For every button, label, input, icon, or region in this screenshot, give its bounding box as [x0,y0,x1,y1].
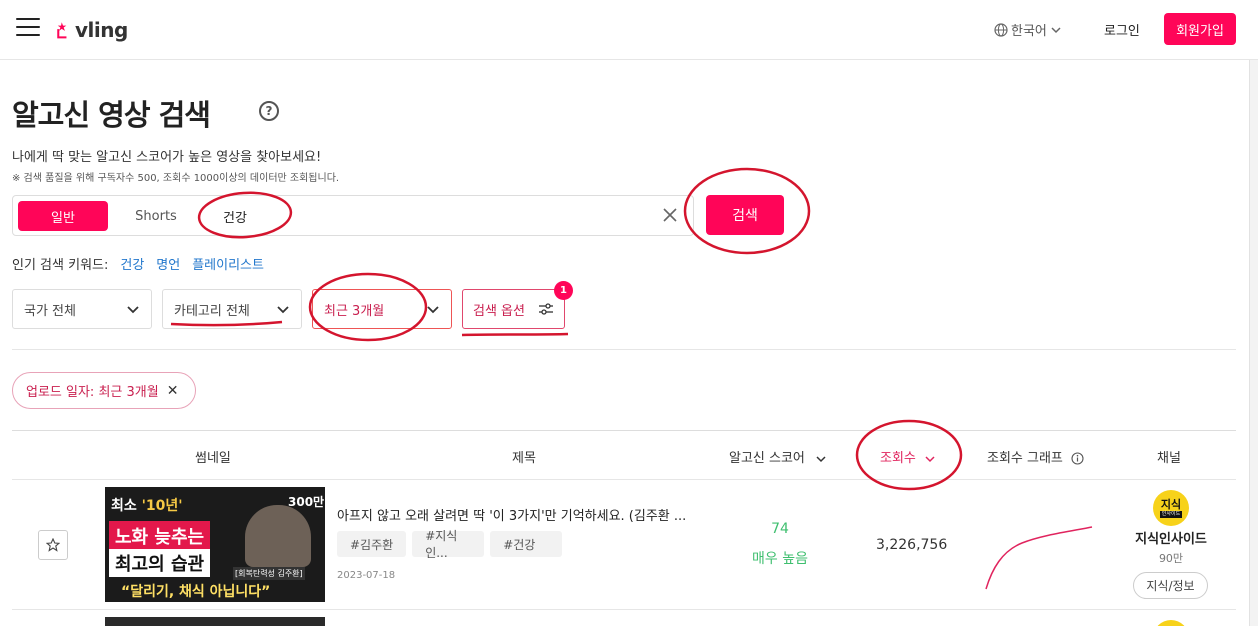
info-icon[interactable] [1071,452,1084,465]
thumbnail-person [245,505,311,567]
popular-keywords-label: 인기 검색 키워드: [12,258,109,273]
header-title: 제목 [512,451,536,466]
tag-chip[interactable]: #지식인... [412,529,485,560]
view-count: 3,226,756 [876,537,948,553]
algo-score: 74 [771,521,789,537]
signup-button[interactable]: 회원가입 [1164,13,1236,45]
page-title: 알고신 영상 검색 [12,98,211,132]
header-score-label: 알고신 스코어 [729,451,805,466]
country-value: 국가 전체 [24,303,76,319]
tag-chip[interactable]: #건강 [490,531,563,557]
channel-subscribers: 90만 [1158,552,1184,565]
category-value: 카테고리 전체 [174,303,250,319]
page-scrollbar[interactable] [1249,60,1258,626]
country-dropdown[interactable]: 국가 전체 [12,289,152,329]
active-filter-chip[interactable]: 업로드 일자: 최근 3개월 ✕ [12,372,196,409]
video-thumbnail[interactable]: 최소 '10년' 노화 늦추는 최고의 습관 “달리기, 채식 아닙니다” 30… [105,487,325,602]
logo-star-icon [57,22,67,39]
menu-icon[interactable] [16,18,40,38]
algo-score-label: 매우 높음 [752,551,808,567]
header-views[interactable]: 조회수 [880,447,936,466]
vling-logo[interactable]: vling [55,14,128,46]
table-row[interactable]: 최소 '10년' 노화 늦추는 최고의 습관 “달리기, 채식 아닙니다” 30… [12,481,1236,610]
login-link[interactable]: 로그인 [1104,20,1140,39]
options-count-badge: 1 [554,281,573,300]
keyword-link[interactable]: 플레이리스트 [192,254,264,273]
video-tags: #김주환 #지식인... #건강 [337,529,563,560]
thumbnail-caption: [회복탄력성 김주환] [233,567,305,580]
chevron-down-icon [816,455,826,462]
thumbnail-text: 최소 '10년' [111,498,183,514]
channel-logo-text: 지식 [1160,497,1182,511]
search-button[interactable]: 검색 [706,195,784,235]
thumbnail-text: 최고의 습관 [109,549,211,577]
search-options-button[interactable]: 검색 옵션 [462,289,565,329]
views-graph-line [985,526,1093,590]
close-icon[interactable]: ✕ [167,383,179,399]
page-subtitle: 나에게 딱 맞는 알고신 스코어가 높은 영상을 찾아보세요! [12,150,322,165]
chevron-down-icon [427,306,439,314]
data-quality-note: ※ 검색 품질을 위해 구독자수 500, 조회수 1000이상의 데이터만 조… [12,173,340,184]
header-views-label: 조회수 [880,451,916,466]
results-table-header: 썸네일 제목 알고신 스코어 조회수 조회수 그래프 채널 [12,430,1236,480]
logo-text: vling [75,18,128,42]
channel-logo-subtext: 인사이드 [1159,510,1183,518]
keyword-link[interactable]: 건강 [120,254,144,273]
clear-icon[interactable] [661,206,679,224]
search-input[interactable] [223,201,643,231]
keyword-link[interactable]: 명언 [156,254,180,273]
help-icon[interactable]: ? [259,101,279,121]
annotation-underline [461,332,569,337]
divider [12,349,1236,350]
thumbnail-text: “달리기, 채식 아닙니다” [121,584,271,600]
chevron-down-icon [277,306,289,314]
period-dropdown[interactable]: 최근 3개월 [312,289,452,329]
header-views-graph: 조회수 그래프 [987,447,1084,466]
video-thumbnail[interactable] [105,617,325,626]
language-label: 한국어 [1011,24,1047,39]
video-title[interactable]: 아프지 않고 오래 살려면 딱 '이 3가지'만 기억하세요. (김주환 ... [337,505,717,524]
tab-shorts[interactable]: Shorts [119,201,193,231]
header-views-graph-label: 조회수 그래프 [987,451,1063,466]
sliders-icon [538,303,553,315]
thumbnail-text: 노화 늦추는 [109,521,211,551]
top-navigation-bar: vling 한국어 로그인 회원가입 [0,0,1258,60]
channel-category-badge: 지식/정보 [1133,572,1208,599]
period-value: 최근 3개월 [324,303,385,319]
star-icon [46,538,60,552]
channel-logo[interactable] [1153,620,1189,626]
channel-name[interactable]: 지식인사이드 [1112,528,1230,547]
category-dropdown[interactable]: 카테고리 전체 [162,289,302,329]
header-channel: 채널 [1157,451,1181,466]
popular-keywords: 인기 검색 키워드: 건강 명언 플레이리스트 [12,254,264,273]
search-box: 일반 Shorts [12,195,694,236]
search-options-label: 검색 옵션 [473,303,525,319]
header-thumbnail: 썸네일 [195,451,231,466]
bookmark-button[interactable] [38,530,68,560]
channel-logo[interactable]: 지식 인사이드 [1153,490,1189,526]
globe-icon [994,22,1008,37]
tab-general[interactable]: 일반 [18,201,108,231]
table-row[interactable] [12,611,1236,626]
thumbnail-badge: 300만 [288,495,325,509]
tag-chip[interactable]: #김주환 [337,531,407,557]
views-graph [985,526,1093,590]
upload-date: 2023-07-18 [337,570,396,581]
chevron-down-icon [127,306,139,314]
language-selector[interactable]: 한국어 [994,20,1062,39]
chevron-down-icon [1051,26,1061,33]
active-filter-label: 업로드 일자: 최근 3개월 [26,385,159,400]
chevron-down-icon [925,455,935,462]
header-score[interactable]: 알고신 스코어 [729,447,827,466]
